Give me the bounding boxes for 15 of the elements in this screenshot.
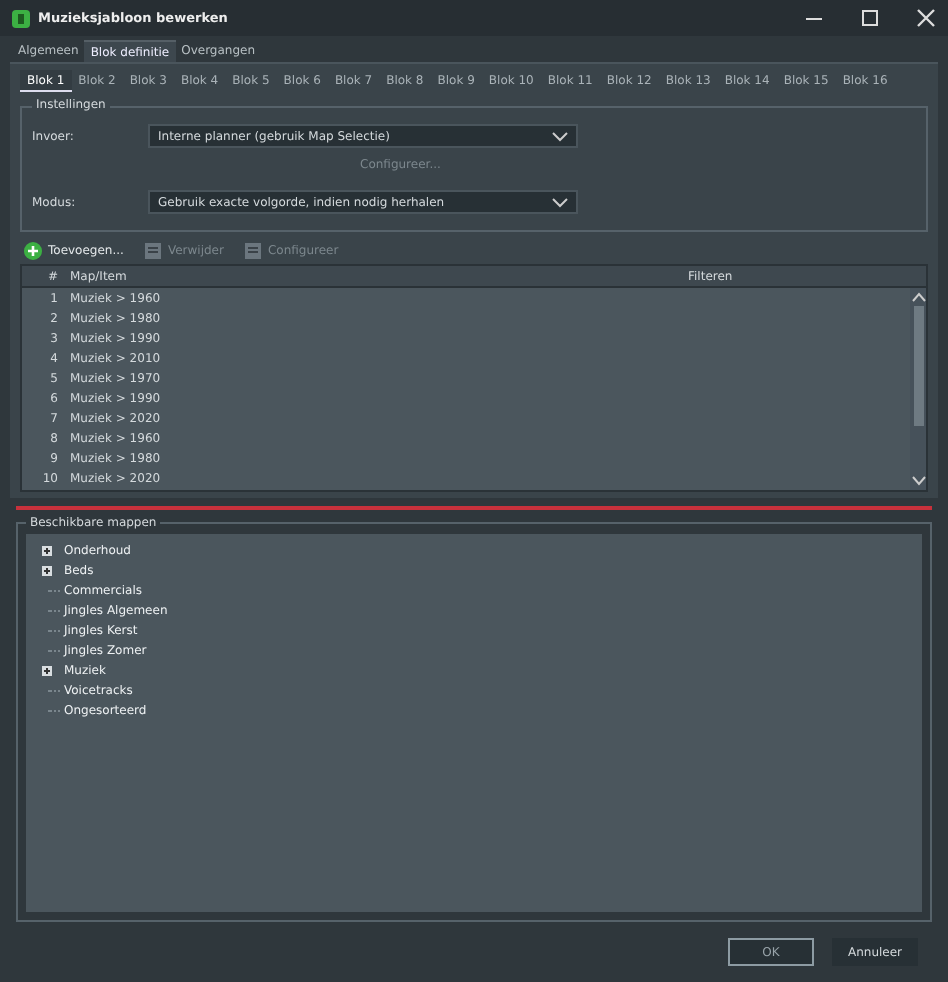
close-icon[interactable] (916, 8, 936, 28)
maximize-icon[interactable] (860, 8, 880, 28)
list-icon (143, 241, 162, 259)
scroll-thumb[interactable] (913, 306, 923, 426)
scrollbar[interactable] (910, 288, 926, 490)
scroll-up-icon (911, 292, 925, 302)
scroll-down-icon (911, 476, 925, 486)
add-icon (24, 241, 42, 259)
app-icon (12, 9, 30, 27)
expand-icon[interactable] (42, 665, 52, 675)
chevron-icon (552, 131, 568, 141)
list-icon (243, 241, 262, 259)
expand-icon[interactable] (42, 545, 52, 555)
chevron-icon (552, 197, 568, 207)
expand-icon[interactable] (42, 565, 52, 575)
